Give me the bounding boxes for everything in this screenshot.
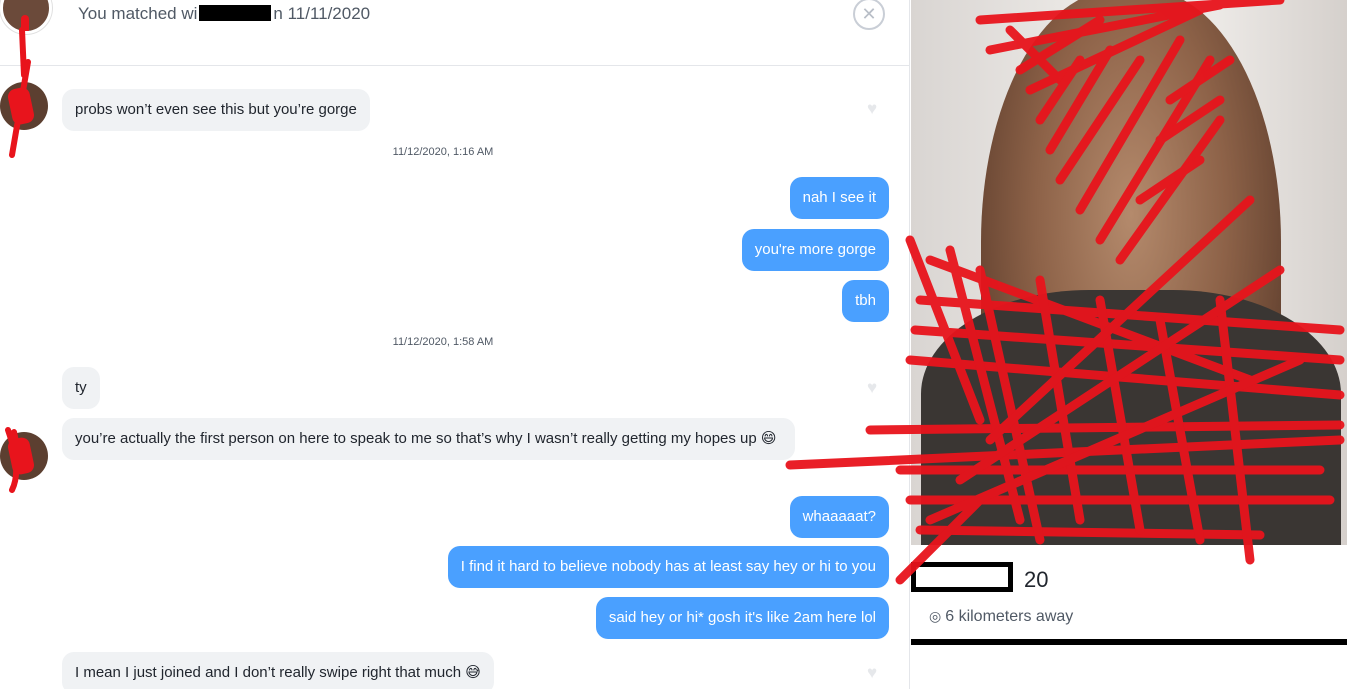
timestamp: 11/12/2020, 1:58 AM <box>392 336 494 348</box>
red-scribble <box>5 27 31 493</box>
red-scribble-overlay <box>785 0 1345 585</box>
name-redaction <box>199 5 272 21</box>
match-suffix: n 11/11/2020 <box>273 4 371 23</box>
match-header: You matched wi n 11/11/2020 ✕ <box>0 0 910 66</box>
message-incoming: I mean I just joined and I don’t really … <box>62 652 494 689</box>
distance-text: 6 kilometers away <box>945 608 1074 625</box>
match-info: You matched wi n 11/11/2020 <box>78 4 370 24</box>
timestamp: 11/12/2020, 1:16 AM <box>392 146 494 158</box>
heart-icon[interactable]: ♥ <box>863 664 881 681</box>
chat-pane: You matched wi n 11/11/2020 ✕ probs won’t… <box>0 0 910 689</box>
match-prefix: You matched wi <box>78 4 198 23</box>
message-incoming: probs won’t even see this but you’re gor… <box>62 89 370 131</box>
location-pin-icon: ◎ <box>929 608 942 624</box>
profile-distance: ◎ 6 kilometers away <box>929 608 1073 626</box>
bio-redaction <box>911 639 1347 689</box>
message-outgoing: said hey or hi* gosh it's like 2am here … <box>595 597 889 639</box>
message-incoming: you’re actually the first person on here… <box>62 418 795 460</box>
message-incoming: ty <box>62 367 100 409</box>
